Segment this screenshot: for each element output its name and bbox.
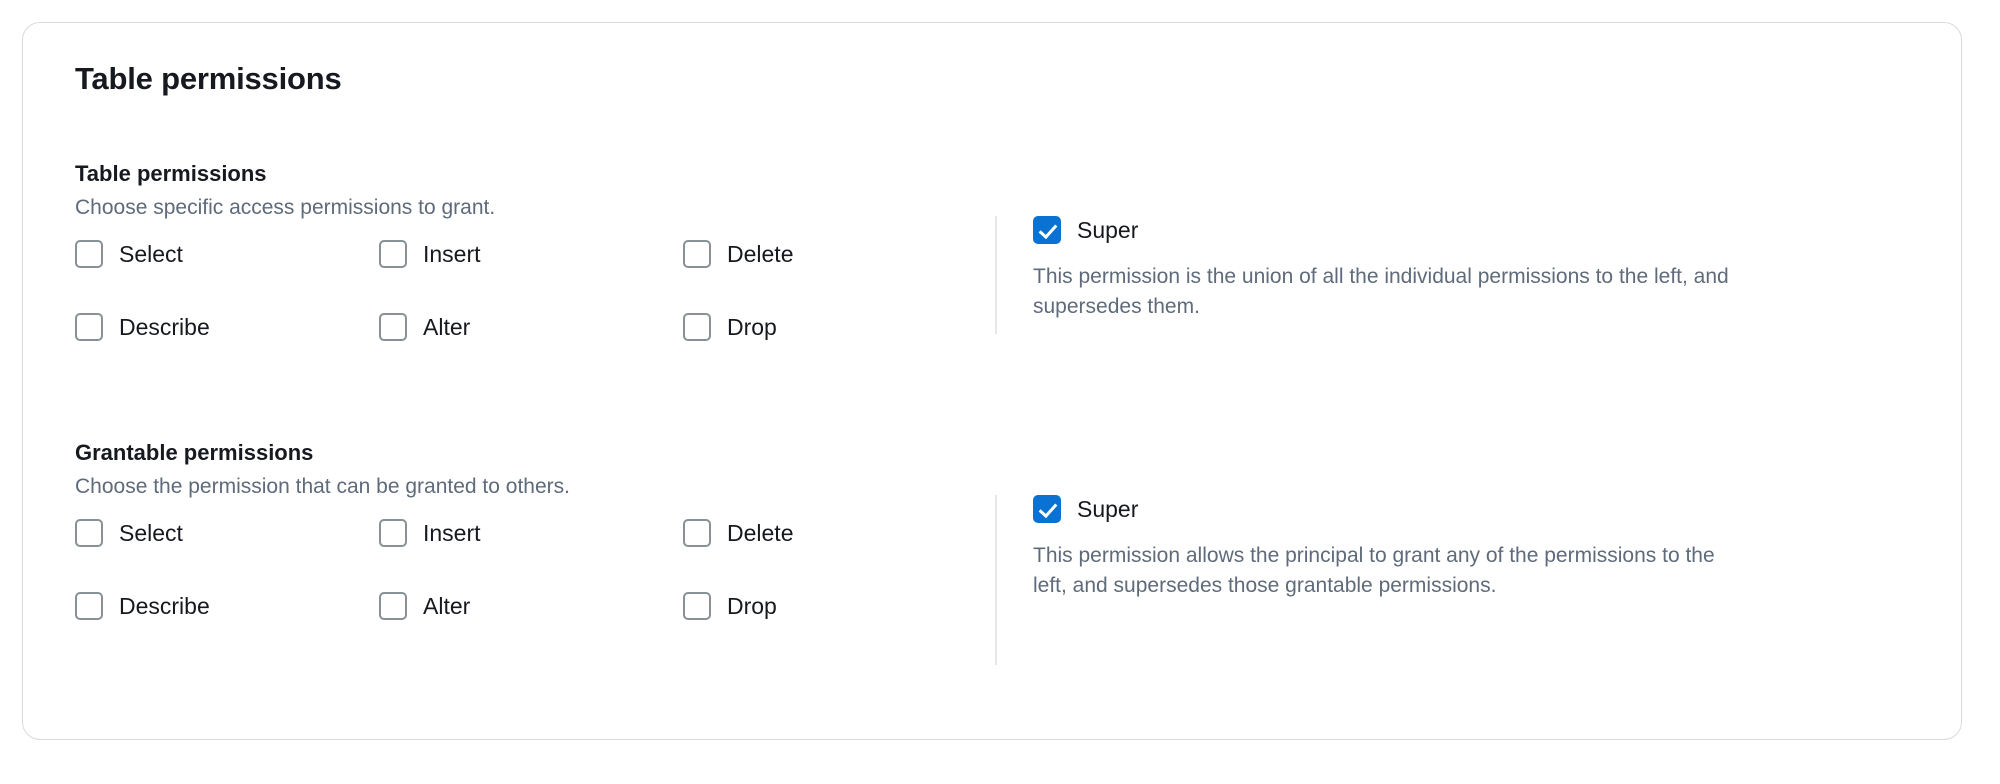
section-subtitle: Choose the permission that can be grante…	[75, 475, 570, 498]
table-permissions-card: Table permissions Table permissions Choo…	[22, 22, 1962, 740]
checkbox-label: Drop	[727, 592, 777, 619]
checkbox-row: Select Insert Delete	[75, 519, 995, 592]
checkbox-icon[interactable]	[75, 519, 103, 547]
grantable-checkbox-item-insert[interactable]: Insert	[379, 519, 683, 547]
checkbox-checked-icon[interactable]	[1033, 495, 1061, 523]
checkbox-label: Alter	[423, 313, 471, 340]
checkbox-label: Super	[1077, 495, 1139, 522]
checkbox-label: Insert	[423, 519, 481, 546]
checkbox-icon[interactable]	[683, 519, 711, 547]
checkbox-label: Delete	[727, 240, 794, 267]
checkbox-icon[interactable]	[75, 240, 103, 268]
checkbox-row: Describe Alter Drop	[75, 313, 995, 386]
checkbox-icon[interactable]	[379, 313, 407, 341]
checkbox-label: Alter	[423, 592, 471, 619]
checkbox-icon[interactable]	[379, 592, 407, 620]
super-description: This permission is the union of all the …	[1033, 265, 1729, 318]
checkbox-row: Select Insert Delete	[75, 240, 995, 313]
page-title: Table permissions	[75, 61, 342, 96]
grantable-checkbox-grid: Select Insert Delete Describe Alter Drop	[75, 519, 995, 665]
checkbox-item-alter[interactable]: Alter	[379, 313, 683, 341]
grantable-checkbox-item-super[interactable]: Super	[1033, 494, 1913, 524]
grantable-checkbox-item-delete[interactable]: Delete	[683, 519, 987, 547]
checkbox-label: Describe	[119, 313, 210, 340]
super-description: This permission allows the principal to …	[1033, 544, 1715, 597]
checkbox-label: Drop	[727, 313, 777, 340]
checkbox-item-describe[interactable]: Describe	[75, 313, 379, 341]
super-permission-column: Super This permission is the union of al…	[995, 163, 1913, 386]
checkbox-label: Describe	[119, 592, 210, 619]
grantable-super-column: Super This permission allows the princip…	[995, 442, 1913, 665]
section-subtitle: Choose specific access permissions to gr…	[75, 196, 496, 219]
checkbox-item-super[interactable]: Super	[1033, 215, 1913, 245]
checkbox-icon[interactable]	[683, 592, 711, 620]
checkbox-item-insert[interactable]: Insert	[379, 240, 683, 268]
checkbox-label: Super	[1077, 216, 1139, 243]
section-heading: Grantable permissions	[75, 440, 314, 465]
checkbox-item-drop[interactable]: Drop	[683, 313, 987, 341]
checkbox-icon[interactable]	[379, 519, 407, 547]
checkbox-item-select[interactable]: Select	[75, 240, 379, 268]
checkbox-label: Select	[119, 519, 183, 546]
checkbox-label: Delete	[727, 519, 794, 546]
column-divider	[995, 495, 997, 665]
section-heading: Table permissions	[75, 161, 267, 186]
grantable-checkbox-item-alter[interactable]: Alter	[379, 592, 683, 620]
permissions-column: Table permissions Choose specific access…	[75, 163, 995, 386]
checkbox-row: Describe Alter Drop	[75, 592, 995, 665]
checkbox-checked-icon[interactable]	[1033, 216, 1061, 244]
grantable-permissions-column: Grantable permissions Choose the permiss…	[75, 442, 995, 665]
grantable-checkbox-item-drop[interactable]: Drop	[683, 592, 987, 620]
checkbox-icon[interactable]	[75, 313, 103, 341]
column-divider	[995, 216, 997, 334]
section-grantable-permissions: Grantable permissions Choose the permiss…	[75, 442, 1913, 665]
checkbox-icon[interactable]	[683, 313, 711, 341]
checkbox-icon[interactable]	[379, 240, 407, 268]
section-table-permissions: Table permissions Choose specific access…	[75, 163, 1913, 386]
checkbox-item-delete[interactable]: Delete	[683, 240, 987, 268]
grantable-checkbox-item-select[interactable]: Select	[75, 519, 379, 547]
permission-checkbox-grid: Select Insert Delete Describe Alter Drop	[75, 240, 995, 386]
checkbox-icon[interactable]	[683, 240, 711, 268]
checkbox-label: Select	[119, 240, 183, 267]
checkbox-icon[interactable]	[75, 592, 103, 620]
grantable-checkbox-item-describe[interactable]: Describe	[75, 592, 379, 620]
checkbox-label: Insert	[423, 240, 481, 267]
